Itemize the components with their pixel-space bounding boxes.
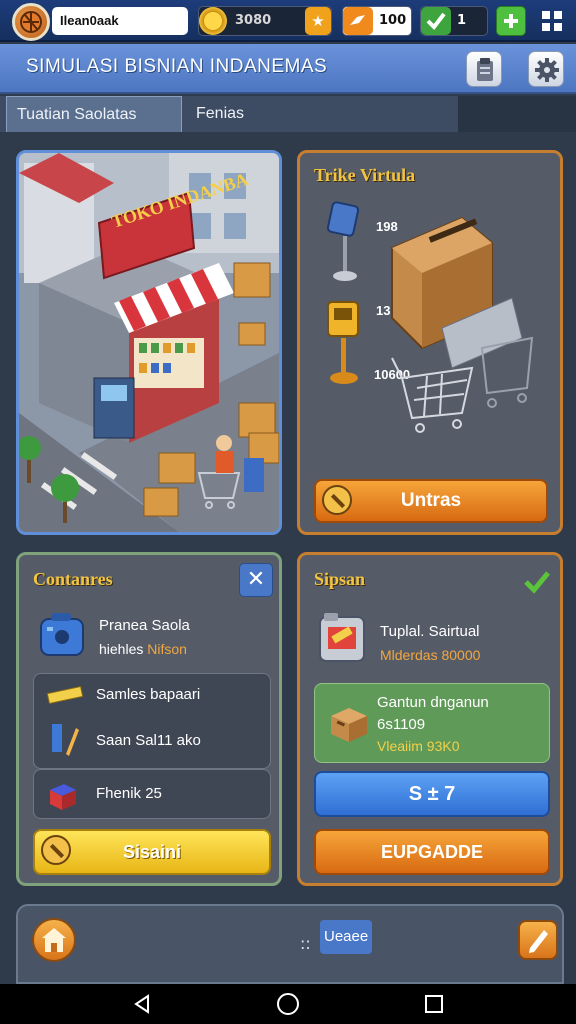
shop-item-name: Tuplal. Sairtual <box>380 623 480 640</box>
home-circle-icon[interactable] <box>276 992 300 1016</box>
trike-action-label: Untras <box>400 490 462 511</box>
trike-panel: Trike Virtula 198 13230 10600 U <box>297 150 563 535</box>
tab-fenias[interactable]: Fenias <box>186 96 254 132</box>
container-row-3[interactable]: Fhenik 25 <box>33 769 271 819</box>
coin-icon <box>199 7 227 35</box>
shop-item-sub: Mlderdas 80000 <box>380 647 481 663</box>
energy-value: 1 <box>457 13 467 28</box>
container-icon <box>40 613 84 656</box>
coin-value: 3080 <box>235 13 272 28</box>
edit-button[interactable] <box>518 920 558 960</box>
settings-button[interactable] <box>528 51 564 87</box>
pencil-icon <box>529 930 548 953</box>
container-item-sub: hiehles Nifson <box>99 641 187 657</box>
close-icon[interactable]: ✕ <box>239 563 273 597</box>
shop-offer-line-3: Vleaiim 93K0 <box>377 738 460 754</box>
shop-offer-line-1: Gantun dnganun <box>377 694 489 711</box>
ticket-icon <box>343 7 373 35</box>
scanner-icon <box>326 201 360 281</box>
menu-grid-button[interactable] <box>536 6 570 36</box>
grid-cell <box>542 23 550 31</box>
grid-cell <box>554 23 562 31</box>
energy-counter: 1 <box>420 6 488 36</box>
tools-icon <box>41 835 71 865</box>
grid-cell <box>542 11 550 19</box>
upgrade-button[interactable]: EUPGADDE <box>314 829 550 875</box>
title-bar: SIMULASI BISNIAN INDANEMAS <box>0 44 576 94</box>
system-nav-bar <box>0 984 576 1024</box>
tab-tuatian[interactable]: Tuatian Saolatas <box>6 96 182 132</box>
add-button[interactable] <box>496 6 526 36</box>
home-icon <box>42 928 66 952</box>
bottom-bar: :: Ueaee <box>16 904 564 984</box>
clipboard-icon <box>477 58 493 81</box>
coin-counter: 3080 ★ <box>198 6 332 36</box>
resource-bar: Ilean0aak 3080 ★ 100 1 <box>0 0 576 42</box>
player-name: Ilean0aak <box>52 7 188 35</box>
bottom-label-prefix: :: <box>300 934 311 953</box>
tools-icon <box>322 485 352 515</box>
gear-icon <box>535 58 559 82</box>
container-item-sub-b: Nifson <box>147 641 187 657</box>
containers-action-label: Sisaini <box>122 842 182 862</box>
checkmark-icon <box>524 571 550 594</box>
cube-icon <box>50 784 76 810</box>
trike-panel-title: Trike Virtula <box>314 165 416 185</box>
container-row-3-label: Fhenik 25 <box>96 785 162 802</box>
shop-offer-line-2: 6s1109 <box>377 716 426 733</box>
tab-bar: Tuatian Saolatas Fenias <box>0 96 576 132</box>
pencil-icon <box>52 724 79 756</box>
cash-register-icon <box>327 301 359 384</box>
bottom-label[interactable]: Ueaee <box>320 920 373 954</box>
tab-bar-filler <box>458 96 576 132</box>
box-icon <box>331 708 367 742</box>
ticket-value: 100 <box>379 13 407 28</box>
trike-action-button[interactable]: Untras <box>314 479 548 523</box>
store-illustration: TOKO INDANBA <box>19 153 279 532</box>
page-title: SIMULASI BISNIAN INDANEMAS <box>26 56 328 77</box>
recents-icon[interactable] <box>422 992 446 1016</box>
container-row-1: Samles bapaari <box>96 686 201 703</box>
ruler-icon <box>46 685 84 704</box>
machine-icon <box>319 613 365 662</box>
ticket-counter: 100 <box>342 6 412 36</box>
clipboard-button[interactable] <box>466 51 502 87</box>
container-item-sub-a: hiehles <box>99 641 144 657</box>
grid-cell <box>554 11 562 19</box>
shop-panel-title: Sipsan <box>314 569 366 589</box>
store-scene[interactable]: TOKO INDANBA <box>16 150 282 535</box>
container-row-group: Samles bapaari Saan Sal11 ako <box>33 673 271 769</box>
shop-panel: Sipsan Tuplal. Sairtual Mlderdas 80000 G… <box>297 552 563 886</box>
container-item-name: Pranea Saola <box>99 617 190 634</box>
basket-icon <box>20 11 42 33</box>
trike-cart-illustration <box>391 216 534 433</box>
containers-panel: Contanres ✕ Pranea Saola hiehles Nifson … <box>16 552 282 886</box>
player-avatar[interactable] <box>12 3 50 41</box>
checkmark-icon <box>421 7 451 35</box>
shop-offer[interactable]: Gantun dnganun 6s1109 Vleaiim 93K0 <box>314 683 550 763</box>
containers-action-button[interactable]: Sisaini <box>33 829 271 875</box>
container-row-2: Saan Sal11 ako <box>96 732 201 749</box>
home-button[interactable] <box>32 918 76 962</box>
back-icon[interactable] <box>130 992 154 1016</box>
add-coins-button[interactable]: ★ <box>305 7 331 35</box>
containers-panel-title: Contanres <box>33 569 113 589</box>
quantity-button[interactable]: S ± 7 <box>314 771 550 817</box>
